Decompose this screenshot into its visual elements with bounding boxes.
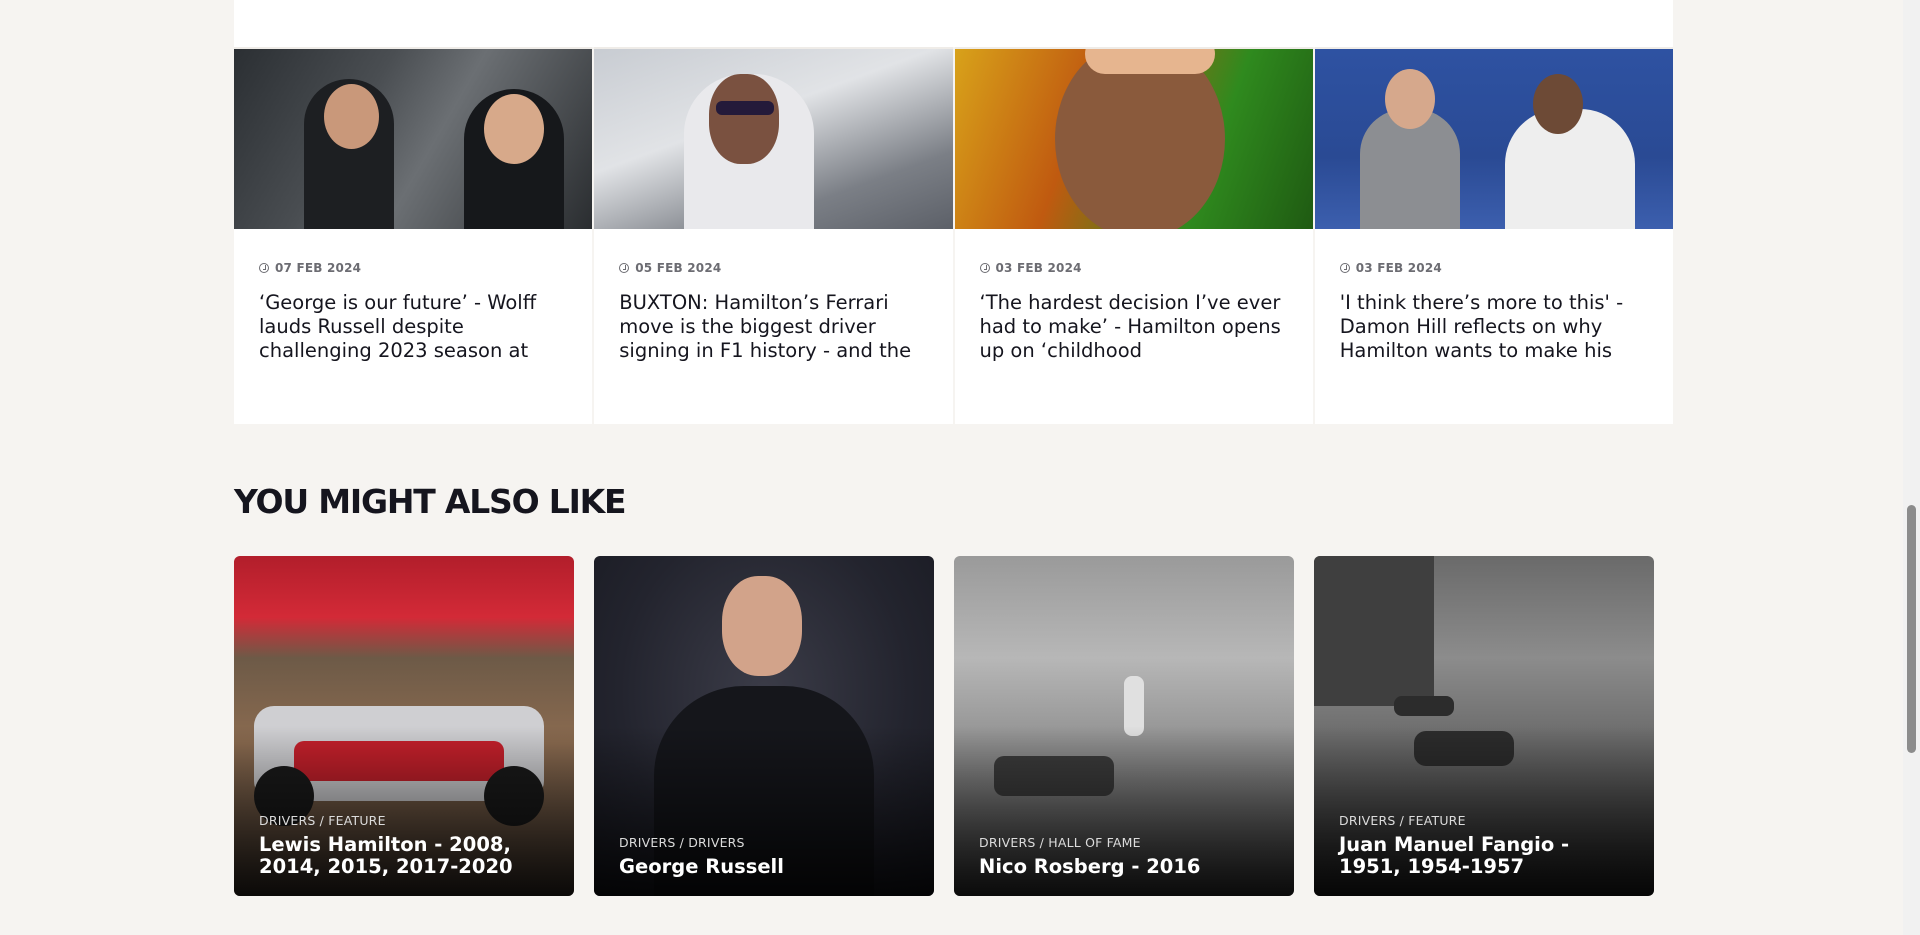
section-title: YOU MIGHT ALSO LIKE bbox=[234, 482, 627, 521]
news-card[interactable]: 07 FEB 2024 ‘George is our future’ - Wol… bbox=[234, 47, 593, 424]
news-date: 03 FEB 2024 bbox=[995, 261, 1082, 275]
related-card[interactable]: DRIVERS / DRIVERS George Russell bbox=[594, 556, 934, 896]
news-card-row: 07 FEB 2024 ‘George is our future’ - Wol… bbox=[234, 47, 1673, 424]
news-title[interactable]: 'I think there’s more to this' - Damon H… bbox=[1340, 291, 1648, 363]
clock-icon bbox=[979, 263, 990, 273]
news-image bbox=[954, 49, 1313, 229]
related-category: DRIVERS / HALL OF FAME bbox=[979, 835, 1141, 850]
related-card[interactable]: DRIVERS / FEATURE Lewis Hamilton - 2008,… bbox=[234, 556, 574, 896]
page-scrollbar[interactable] bbox=[1903, 0, 1920, 935]
news-card[interactable]: 03 FEB 2024 ‘The hardest decision I’ve e… bbox=[954, 47, 1313, 424]
related-card[interactable]: DRIVERS / HALL OF FAME Nico Rosberg - 20… bbox=[954, 556, 1294, 896]
news-title[interactable]: ‘The hardest decision I’ve ever had to m… bbox=[980, 291, 1288, 363]
news-card[interactable]: 03 FEB 2024 'I think there’s more to thi… bbox=[1314, 47, 1673, 424]
related-title[interactable]: George Russell bbox=[619, 856, 914, 878]
news-title[interactable]: ‘George is our future’ - Wolff lauds Rus… bbox=[259, 291, 567, 363]
clock-icon bbox=[259, 263, 269, 273]
news-date: 05 FEB 2024 bbox=[635, 261, 722, 275]
news-title[interactable]: BUXTON: Hamilton’s Ferrari move is the b… bbox=[619, 291, 927, 363]
news-image bbox=[1314, 49, 1673, 229]
related-title[interactable]: Lewis Hamilton - 2008, 2014, 2015, 2017-… bbox=[259, 834, 554, 878]
news-date: 03 FEB 2024 bbox=[1355, 261, 1442, 275]
related-title[interactable]: Nico Rosberg - 2016 bbox=[979, 856, 1274, 878]
related-category: DRIVERS / FEATURE bbox=[1339, 813, 1466, 828]
related-card-row: DRIVERS / FEATURE Lewis Hamilton - 2008,… bbox=[234, 556, 1654, 896]
related-title[interactable]: Juan Manuel Fangio - 1951, 1954-1957 bbox=[1339, 834, 1634, 878]
top-content-area bbox=[234, 0, 1673, 47]
related-category: DRIVERS / DRIVERS bbox=[619, 835, 745, 850]
clock-icon bbox=[619, 263, 630, 273]
news-date: 07 FEB 2024 bbox=[275, 261, 362, 275]
related-card[interactable]: DRIVERS / FEATURE Juan Manuel Fangio - 1… bbox=[1314, 556, 1654, 896]
scrollbar-thumb[interactable] bbox=[1907, 505, 1916, 753]
related-category: DRIVERS / FEATURE bbox=[259, 813, 386, 828]
clock-icon bbox=[1339, 263, 1350, 273]
news-card[interactable]: 05 FEB 2024 BUXTON: Hamilton’s Ferrari m… bbox=[594, 47, 953, 424]
news-image bbox=[234, 49, 593, 229]
news-image bbox=[594, 49, 953, 229]
